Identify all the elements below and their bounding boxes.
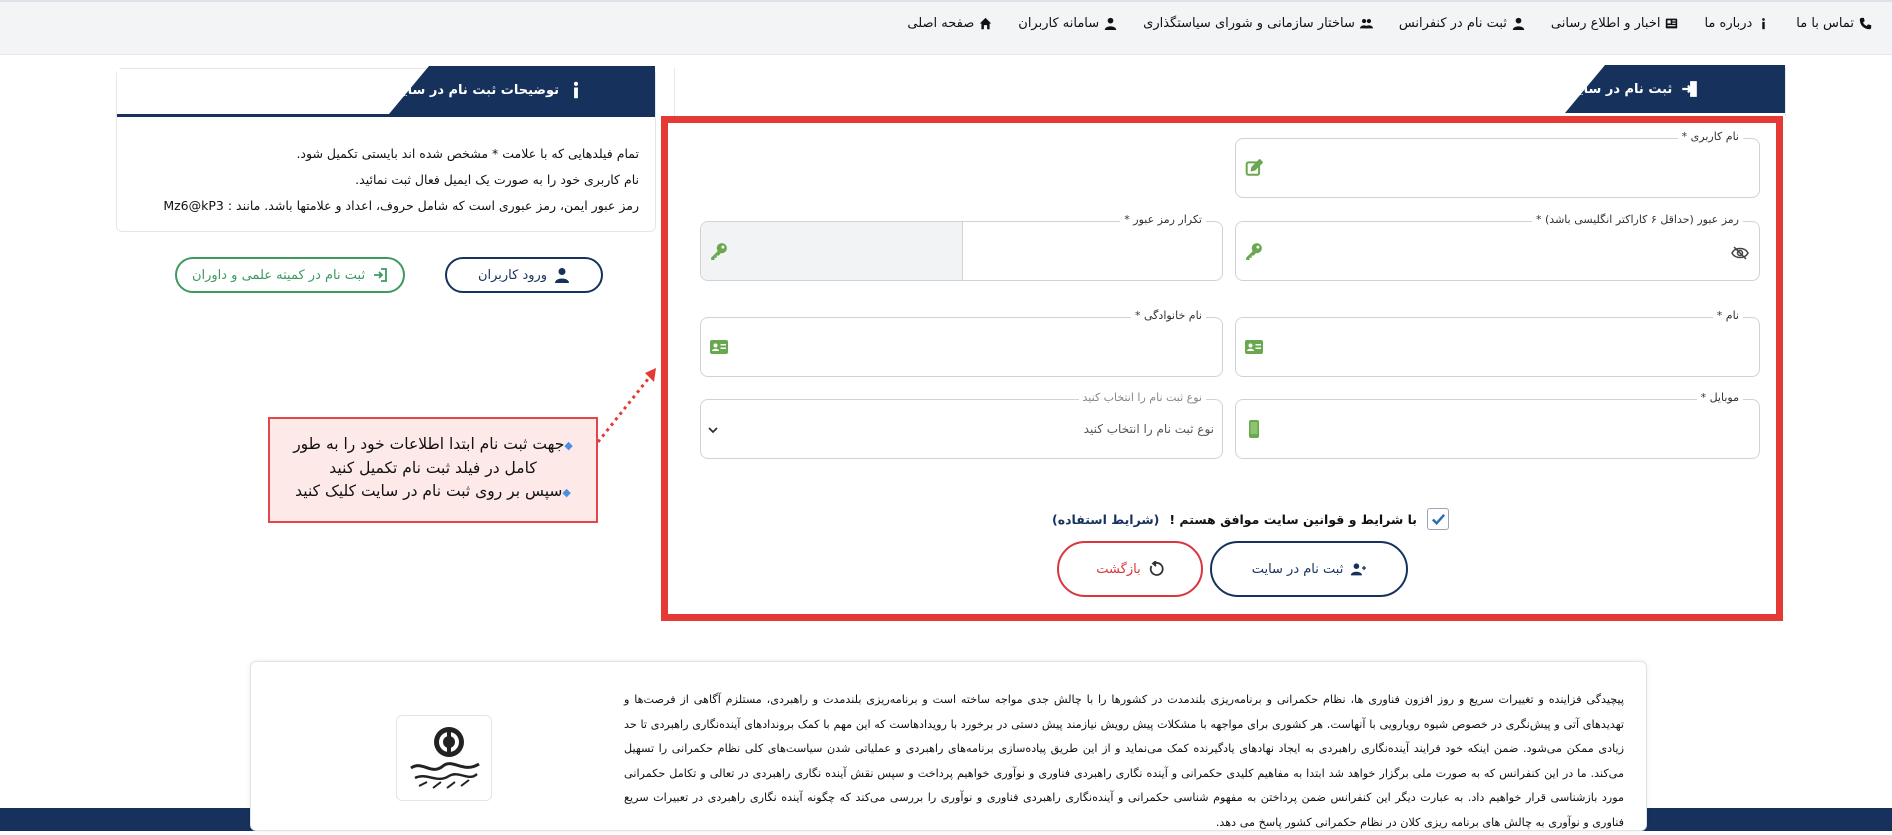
terms-text: با شرایط و قوانین سایت موافق هستم ! xyxy=(1169,511,1417,527)
help-card-tab: توضیحات ثبت نام در سایت xyxy=(389,66,655,114)
callout-line-3: سپس بر روی ثبت نام در سایت کلیک کنید xyxy=(295,482,563,500)
nav-item-label: ساختار سازمانی و شورای سیاستگذاری xyxy=(1143,16,1355,31)
nav-item-label: درباره ما xyxy=(1704,16,1753,31)
back-button-label: بازگشت xyxy=(1096,561,1141,577)
registration-type-value: نوع ثبت نام را انتخاب کنید xyxy=(1083,422,1214,436)
nav-item-label: تماس با ما xyxy=(1796,16,1854,31)
callout-line: ◆جهت ثبت نام ابتدا اطلاعات خود را به طور xyxy=(270,433,596,457)
mobile-icon xyxy=(1249,420,1259,438)
about-card: پیچیدگی فزاینده و تغییرات سریع و روز افز… xyxy=(250,661,1647,831)
committee-register-label: ثبت نام در کمیته علمی و داوران xyxy=(191,267,366,283)
password-repeat-label: تکرار رمز عبور * xyxy=(1120,213,1206,226)
submit-register-label: ثبت نام در سایت xyxy=(1251,561,1344,577)
nav-item-conference-register[interactable]: ثبت نام در کنفرانس xyxy=(1399,16,1525,31)
terms-agreement: با شرایط و قوانین سایت موافق هستم ! (شرا… xyxy=(1052,508,1449,530)
diamond-icon: ◆ xyxy=(564,439,573,452)
undo-icon xyxy=(1149,561,1164,576)
callout-line: ◆سپس بر روی ثبت نام در سایت کلیک کنید xyxy=(270,480,596,504)
instruction-callout: ◆جهت ثبت نام ابتدا اطلاعات خود را به طور… xyxy=(268,417,598,523)
register-card: ثبت نام در سایت xyxy=(674,65,1786,116)
user-icon xyxy=(555,268,570,283)
nav-item-home[interactable]: صفحه اصلی xyxy=(907,16,992,31)
about-text: پیچیدگی فزاینده و تغییرات سریع و روز افز… xyxy=(624,693,1624,829)
newspaper-icon xyxy=(1666,18,1678,29)
username-label: نام کاربری * xyxy=(1677,130,1743,143)
username-field[interactable]: نام کاربری * xyxy=(1235,130,1760,198)
sign-in-icon xyxy=(1682,81,1698,97)
home-icon xyxy=(980,17,992,30)
help-line: تمام فیلدهایی که با علامت * مشخص شده اند… xyxy=(296,146,639,161)
mobile-field[interactable]: موبایل * xyxy=(1235,391,1760,459)
submit-register-button[interactable]: ثبت نام در سایت xyxy=(1210,541,1408,597)
user-icon xyxy=(1512,17,1525,30)
chevron-down-icon xyxy=(708,427,718,434)
user-plus-icon xyxy=(1351,563,1367,576)
terms-link[interactable]: (شرایط استفاده) xyxy=(1052,512,1159,527)
callout-line-1: جهت ثبت نام ابتدا اطلاعات خود را به طور xyxy=(293,435,565,453)
login-button-label: ورود کاربران xyxy=(477,267,548,283)
info-icon xyxy=(574,81,579,99)
register-card-tab: ثبت نام در سایت xyxy=(1565,65,1785,113)
mobile-label: موبایل * xyxy=(1696,391,1743,404)
key-icon xyxy=(711,243,727,260)
organization-logo xyxy=(410,727,480,789)
password-repeat-disabled-area xyxy=(701,222,963,280)
last-name-field[interactable]: نام خانوادگی * xyxy=(700,309,1223,377)
nav-item-label: ثبت نام در کنفرانس xyxy=(1398,16,1507,31)
key-icon xyxy=(1246,243,1262,260)
nav-menu: صفحه اصلی سامانه کاربران ساختار سازمانی … xyxy=(907,16,1872,31)
nav-item-news[interactable]: اخبار و اطلاع رسانی xyxy=(1551,16,1679,31)
help-line: نام کاربری خود را به صورت یک ایمیل فعال … xyxy=(355,172,639,187)
register-card-title: ثبت نام در سایت xyxy=(1565,81,1673,97)
nav-item-contact[interactable]: تماس با ما xyxy=(1796,16,1872,31)
id-card-icon xyxy=(1245,340,1263,354)
register-card-header: ثبت نام در سایت xyxy=(674,65,1786,116)
committee-register-button[interactable]: ثبت نام در کمیته علمی و داوران xyxy=(175,257,405,293)
password-field[interactable]: رمز عبور (حداقل ۶ کاراکتر انگلیسی باشد) … xyxy=(1235,213,1760,281)
nav-item-structure[interactable]: ساختار سازمانی و شورای سیاستگذاری xyxy=(1143,16,1373,31)
nav-item-label: سامانه کاربران xyxy=(1018,16,1100,31)
first-name-label: نام * xyxy=(1712,309,1743,322)
terms-checkbox[interactable] xyxy=(1427,508,1449,530)
help-line: رمز عبور ایمن، رمز عبوری است که شامل حرو… xyxy=(163,198,639,213)
callout-arrow xyxy=(596,368,656,443)
callout-line-2: کامل در فیلد ثبت نام تکمیل کنید xyxy=(329,459,537,477)
registration-type-label: نوع ثبت نام را انتخاب کنید xyxy=(1078,391,1206,404)
phone-icon xyxy=(1859,17,1872,30)
password-repeat-field[interactable]: تکرار رمز عبور * xyxy=(700,213,1223,281)
users-icon xyxy=(1359,18,1373,29)
last-name-label: نام خانوادگی * xyxy=(1131,309,1206,322)
nav-item-label: صفحه اصلی xyxy=(907,16,975,31)
user-icon xyxy=(1104,17,1117,30)
logo-image xyxy=(396,715,492,801)
edit-icon xyxy=(1245,159,1263,176)
nav-item-label: اخبار و اطلاع رسانی xyxy=(1550,16,1661,31)
login-button[interactable]: ورود کاربران xyxy=(445,257,603,293)
help-body: تمام فیلدهایی که با علامت * مشخص شده اند… xyxy=(163,141,639,219)
check-icon xyxy=(1431,513,1445,525)
help-card-title: توضیحات ثبت نام در سایت xyxy=(389,82,560,98)
sign-in-icon xyxy=(374,268,387,282)
first-name-field[interactable]: نام * xyxy=(1235,309,1760,377)
password-label: رمز عبور (حداقل ۶ کاراکتر انگلیسی باشد) … xyxy=(1532,213,1743,226)
nav-item-about[interactable]: درباره ما xyxy=(1704,16,1770,31)
info-icon xyxy=(1762,18,1766,30)
help-card: توضیحات ثبت نام در سایت تمام فیلدهایی که… xyxy=(116,66,656,232)
back-button[interactable]: بازگشت xyxy=(1057,541,1203,597)
id-card-icon xyxy=(710,340,728,354)
top-navbar: صفحه اصلی سامانه کاربران ساختار سازمانی … xyxy=(0,0,1892,55)
nav-item-user-system[interactable]: سامانه کاربران xyxy=(1018,16,1117,31)
registration-type-select[interactable]: نوع ثبت نام را انتخاب کنید نوع ثبت نام ر… xyxy=(700,391,1223,459)
help-card-header: توضیحات ثبت نام در سایت xyxy=(117,66,655,117)
eye-slash-icon[interactable] xyxy=(1731,246,1749,260)
diamond-icon: ◆ xyxy=(562,486,571,499)
